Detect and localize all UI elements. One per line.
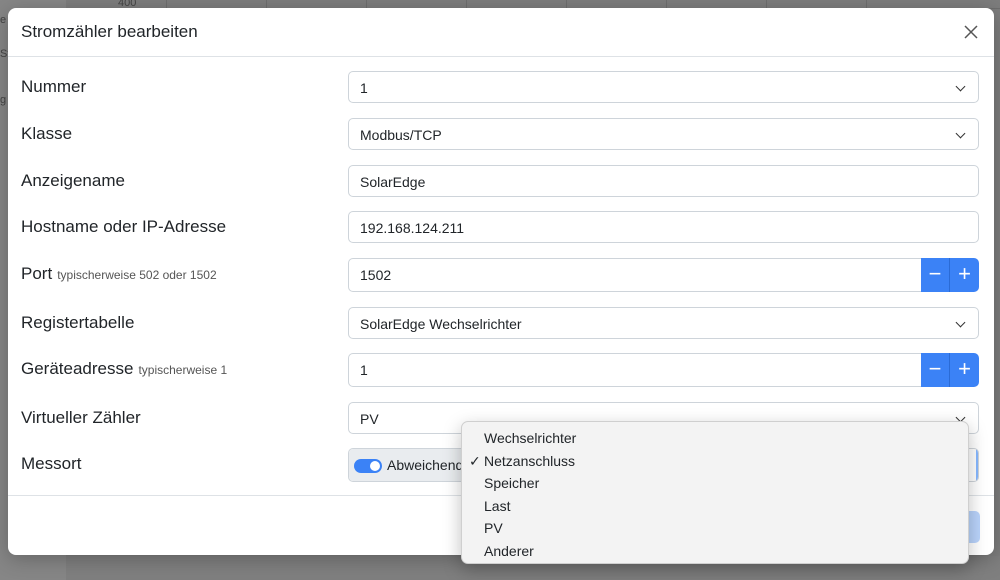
dropdown-option-pv[interactable]: PV — [462, 517, 968, 540]
label-klasse: Klasse — [21, 124, 73, 143]
port-decrement-button[interactable]: − — [921, 258, 950, 292]
dialog-title: Stromzähler bearbeiten — [21, 22, 198, 41]
messort-toggle-label: Abweichend — [387, 457, 464, 473]
option-label: Last — [484, 497, 511, 514]
toggle-switch-icon[interactable] — [354, 459, 382, 473]
port-input[interactable]: 1502 — [348, 258, 922, 292]
row-registertabelle: Registertabelle SolarEdge Wechselrichter — [21, 307, 981, 341]
checkmark-icon: ✓ — [469, 452, 481, 469]
geraeteadresse-increment-button[interactable]: + — [950, 353, 979, 387]
close-icon — [964, 25, 978, 39]
background-text: e — [0, 14, 7, 26]
nummer-select[interactable]: 1 — [348, 71, 979, 103]
option-label: PV — [484, 520, 503, 536]
label-port: Port typischerweise 502 oder 1502 — [21, 264, 217, 284]
row-port: Port typischerweise 502 oder 1502 1502 − … — [21, 258, 981, 292]
option-label: Anderer — [484, 542, 534, 559]
row-geraeteadresse: Geräteadresse typischerweise 1 1 − + — [21, 353, 981, 387]
anzeigename-input[interactable]: SolarEdge — [348, 165, 979, 197]
port-label-text: Port — [21, 264, 53, 283]
close-button[interactable] — [960, 21, 982, 43]
dropdown-option-wechselrichter[interactable]: Wechselrichter — [462, 427, 968, 450]
option-label: Speicher — [484, 475, 540, 491]
registertabelle-select[interactable]: SolarEdge Wechselrichter — [348, 307, 979, 339]
label-virtueller-zaehler: Virtueller Zähler — [21, 408, 141, 427]
label-nummer: Nummer — [21, 77, 87, 96]
messort-select[interactable] — [968, 449, 978, 481]
klasse-select[interactable]: Modbus/TCP — [348, 118, 979, 150]
geraeteadresse-label-text: Geräteadresse — [21, 359, 134, 378]
background-text: g — [0, 94, 7, 106]
row-anzeigename: Anzeigename SolarEdge — [21, 165, 981, 199]
dropdown-option-last[interactable]: Last — [462, 495, 968, 518]
port-hint: typischerweise 502 oder 1502 — [57, 268, 217, 282]
hostname-input[interactable]: 192.168.124.211 — [348, 211, 979, 243]
label-anzeigename: Anzeigename — [21, 171, 125, 190]
label-registertabelle: Registertabelle — [21, 313, 135, 332]
row-klasse: Klasse Modbus/TCP — [21, 118, 981, 152]
label-hostname: Hostname oder IP-Adresse — [21, 217, 227, 236]
geraeteadresse-hint: typischerweise 1 — [138, 363, 228, 377]
messort-dropdown-menu: Wechselrichter ✓ Netzanschluss Speicher L… — [461, 421, 969, 564]
dialog-header: Stromzähler bearbeiten — [8, 8, 994, 57]
dropdown-option-netzanschluss[interactable]: ✓ Netzanschluss — [462, 450, 968, 473]
row-nummer: Nummer 1 — [21, 71, 981, 105]
label-geraeteadresse: Geräteadresse typischerweise 1 — [21, 359, 227, 379]
dropdown-option-anderer[interactable]: Anderer — [462, 540, 968, 563]
label-messort: Messort — [21, 454, 82, 473]
option-label: Netzanschluss — [484, 452, 576, 469]
geraeteadresse-input[interactable]: 1 — [348, 353, 922, 387]
option-label: Wechselrichter — [484, 430, 577, 446]
dropdown-option-speicher[interactable]: Speicher — [462, 472, 968, 495]
row-hostname: Hostname oder IP-Adresse 192.168.124.211 — [21, 211, 981, 245]
port-increment-button[interactable]: + — [950, 258, 979, 292]
messort-abweichend-toggle[interactable]: Abweichend — [349, 449, 470, 481]
geraeteadresse-decrement-button[interactable]: − — [921, 353, 950, 387]
